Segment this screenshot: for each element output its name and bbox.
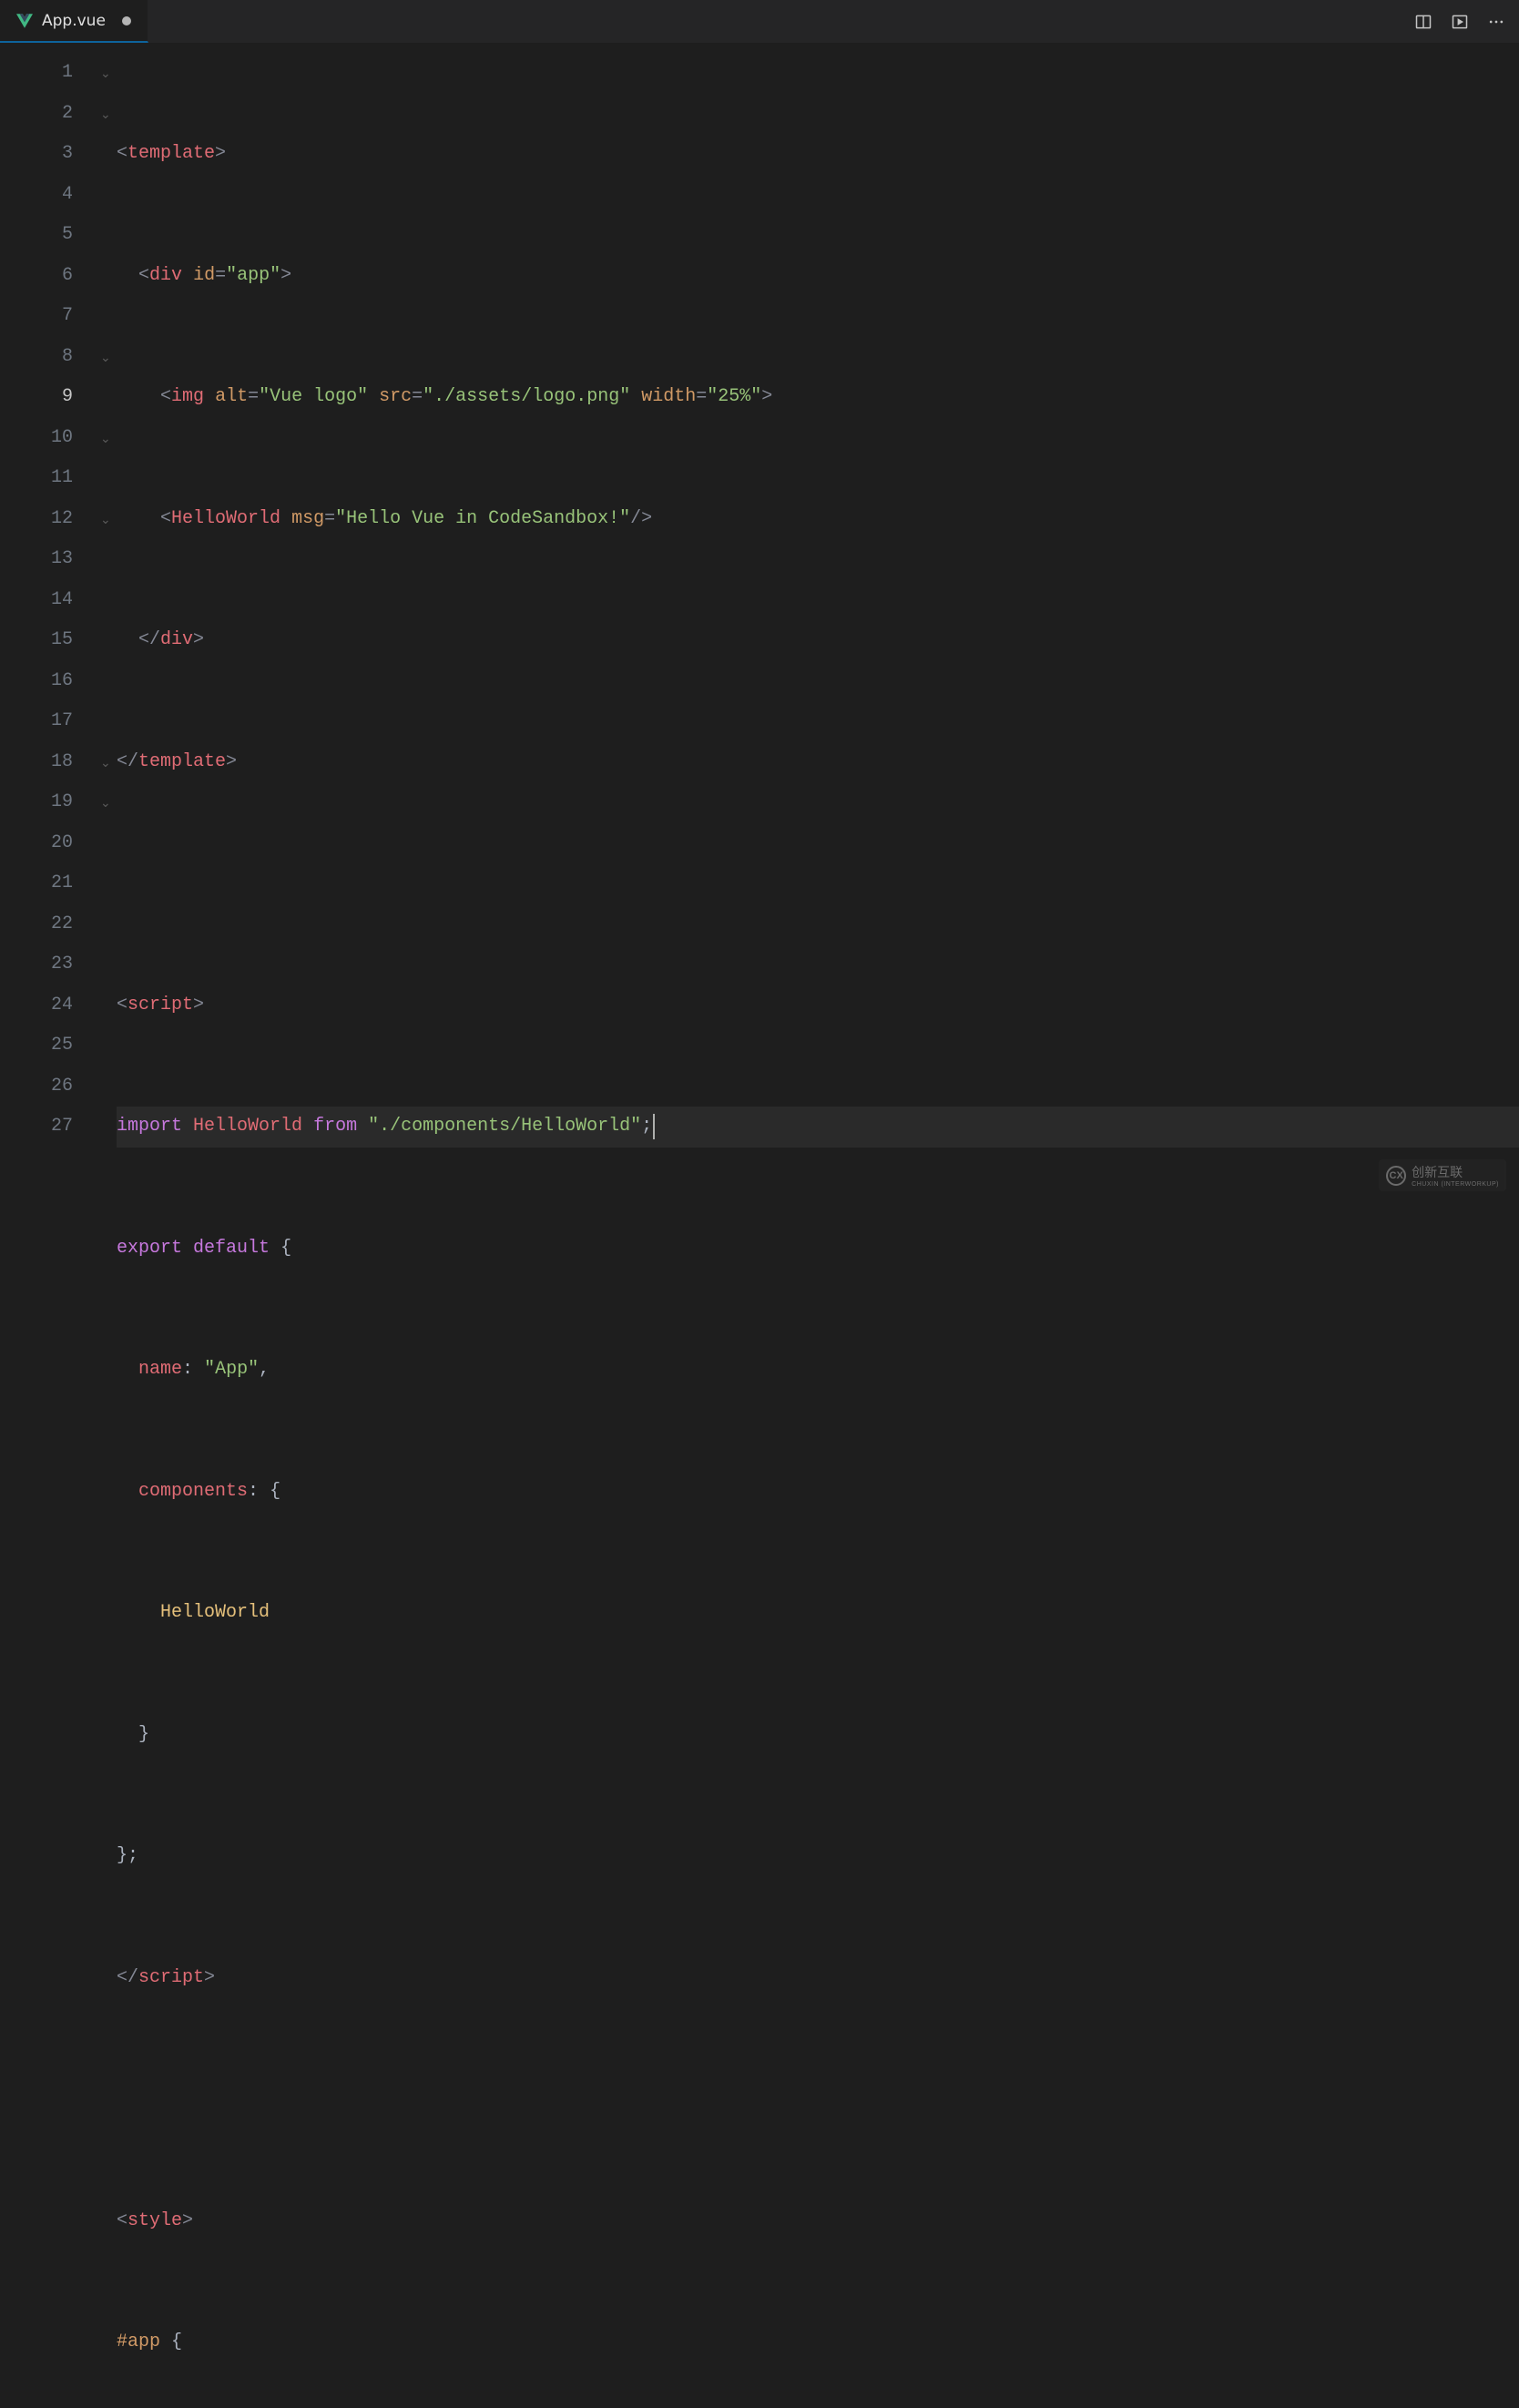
watermark-subtext: CHUXIN (INTERWORKUP) bbox=[1412, 1181, 1499, 1188]
vue-icon bbox=[16, 13, 33, 29]
code-line: export default { bbox=[117, 1229, 1519, 1270]
watermark: CX 创新互联 CHUXIN (INTERWORKUP) bbox=[1379, 1159, 1506, 1191]
fold-icon[interactable]: ⌄ bbox=[100, 499, 117, 540]
code-area[interactable]: <template> <div id="app"> <img alt="Vue … bbox=[117, 53, 1519, 2408]
code-line: <script> bbox=[117, 985, 1519, 1026]
preview-icon[interactable] bbox=[1450, 12, 1470, 32]
code-line: <HelloWorld msg="Hello Vue in CodeSandbo… bbox=[117, 499, 1519, 540]
text-cursor bbox=[653, 1114, 655, 1139]
code-line-current: import HelloWorld from "./components/Hel… bbox=[117, 1107, 1519, 1148]
tab-app-vue[interactable]: App.vue bbox=[0, 0, 148, 43]
fold-gutter: ⌄ ⌄ ⌄ ⌄ ⌄ ⌄ ⌄ bbox=[100, 53, 117, 2408]
tabs-container: App.vue bbox=[0, 0, 148, 43]
code-line: </div> bbox=[117, 620, 1519, 661]
code-line: }; bbox=[117, 1836, 1519, 1877]
fold-icon[interactable]: ⌄ bbox=[100, 94, 117, 135]
code-line: HelloWorld bbox=[117, 1593, 1519, 1634]
code-line: <style> bbox=[117, 2201, 1519, 2242]
code-line: components: { bbox=[117, 1472, 1519, 1513]
tab-actions bbox=[1413, 12, 1519, 32]
fold-icon[interactable]: ⌄ bbox=[100, 782, 117, 823]
tab-label: App.vue bbox=[42, 12, 106, 30]
code-line: <div id="app"> bbox=[117, 256, 1519, 297]
fold-icon[interactable]: ⌄ bbox=[100, 53, 117, 94]
code-line: </script> bbox=[117, 1958, 1519, 1999]
code-line: <template> bbox=[117, 134, 1519, 175]
dirty-indicator-icon bbox=[122, 16, 131, 26]
code-line bbox=[117, 2079, 1519, 2120]
fold-icon[interactable]: ⌄ bbox=[100, 337, 117, 378]
code-line: </template> bbox=[117, 742, 1519, 783]
code-line bbox=[117, 863, 1519, 904]
split-editor-icon[interactable] bbox=[1413, 12, 1433, 32]
code-line: <img alt="Vue logo" src="./assets/logo.p… bbox=[117, 377, 1519, 418]
fold-icon[interactable]: ⌄ bbox=[100, 742, 117, 783]
tab-bar: App.vue bbox=[0, 0, 1519, 44]
editor[interactable]: 1 2 3 4 5 6 7 8 9 10 11 12 13 14 15 16 1… bbox=[0, 44, 1519, 2408]
line-number-gutter: 1 2 3 4 5 6 7 8 9 10 11 12 13 14 15 16 1… bbox=[0, 53, 100, 2408]
fold-icon[interactable]: ⌄ bbox=[100, 418, 117, 459]
code-line: name: "App", bbox=[117, 1350, 1519, 1391]
watermark-text: 创新互联 bbox=[1412, 1163, 1499, 1181]
code-line: #app { bbox=[117, 2322, 1519, 2363]
code-line: } bbox=[117, 1715, 1519, 1756]
watermark-logo-icon: CX bbox=[1386, 1166, 1406, 1186]
more-icon[interactable] bbox=[1486, 12, 1506, 32]
